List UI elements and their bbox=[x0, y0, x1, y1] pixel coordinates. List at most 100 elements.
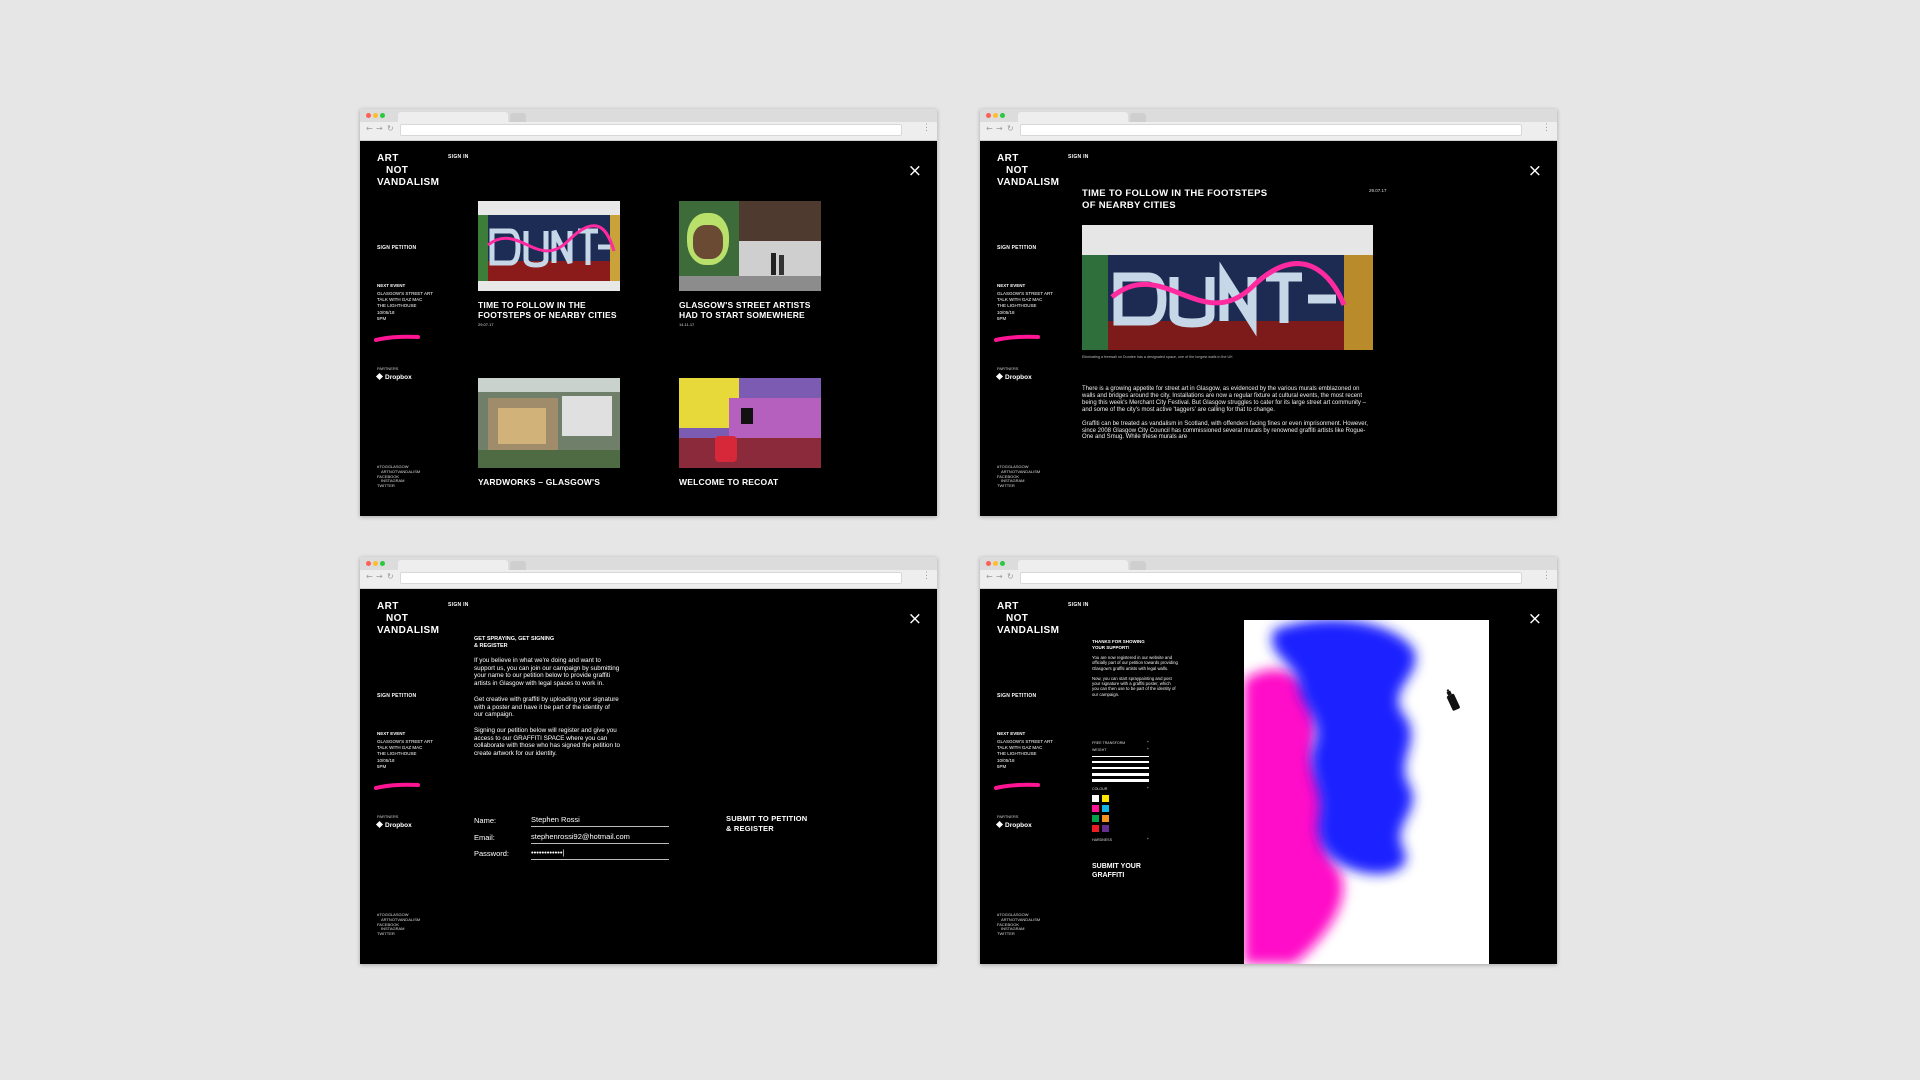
site-logo[interactable]: ART NOT VANDALISM bbox=[377, 601, 439, 637]
expand-icon[interactable]: + bbox=[1147, 747, 1149, 751]
expand-icon[interactable]: + bbox=[1147, 837, 1149, 841]
site-logo[interactable]: ART NOT VANDALISM bbox=[377, 153, 439, 189]
graffiti-canvas[interactable] bbox=[1244, 620, 1489, 964]
sign-in-link[interactable]: SIGN IN bbox=[1068, 602, 1089, 608]
article-card[interactable]: YARDWORKS – GLASGOW'S bbox=[478, 378, 620, 487]
dropbox-logo[interactable]: Dropbox bbox=[375, 820, 412, 829]
submit-graffiti-button[interactable]: SUBMIT YOUR GRAFFITI bbox=[1092, 862, 1141, 880]
maximize-window-button[interactable] bbox=[380, 561, 385, 566]
back-icon[interactable]: ← bbox=[986, 125, 993, 133]
colour-swatch[interactable] bbox=[1102, 815, 1109, 822]
colour-swatch[interactable] bbox=[1092, 825, 1099, 832]
sign-petition-link[interactable]: SIGN PETITION bbox=[377, 245, 416, 251]
submit-petition-button[interactable]: SUBMIT TO PETITION & REGISTER bbox=[726, 814, 807, 833]
browser-menu-icon[interactable]: ⋮ bbox=[1542, 123, 1551, 132]
forward-icon[interactable]: → bbox=[376, 573, 383, 581]
article-card[interactable]: WELCOME TO RECOAT bbox=[679, 378, 821, 487]
email-field[interactable]: stephenrossi92@hotmail.com bbox=[531, 831, 669, 844]
article-title[interactable]: TIME TO FOLLOW IN THE FOOTSTEPS OF NEARB… bbox=[478, 300, 620, 320]
close-icon[interactable]: × bbox=[1528, 611, 1542, 628]
article-title[interactable]: WELCOME TO RECOAT bbox=[679, 477, 821, 487]
new-tab-button[interactable] bbox=[1130, 113, 1146, 122]
colour-control[interactable]: COLOUR + bbox=[1092, 786, 1149, 791]
sign-in-link[interactable]: SIGN IN bbox=[448, 154, 469, 160]
hardness-control[interactable]: HARDNESS + bbox=[1092, 837, 1149, 842]
close-icon[interactable]: × bbox=[908, 611, 922, 628]
weight-option[interactable] bbox=[1092, 756, 1149, 757]
maximize-window-button[interactable] bbox=[380, 113, 385, 118]
back-icon[interactable]: ← bbox=[986, 573, 993, 581]
close-window-button[interactable] bbox=[366, 113, 371, 118]
reload-icon[interactable]: ↻ bbox=[387, 573, 394, 581]
site-logo[interactable]: ART NOT VANDALISM bbox=[997, 601, 1059, 637]
social-link[interactable]: TWITTER bbox=[997, 483, 1040, 489]
social-link[interactable]: TWITTER bbox=[377, 931, 420, 937]
address-bar[interactable] bbox=[400, 572, 902, 584]
site-logo[interactable]: ART NOT VANDALISM bbox=[997, 153, 1059, 189]
browser-tab[interactable] bbox=[1018, 560, 1128, 570]
minimize-window-button[interactable] bbox=[373, 113, 378, 118]
weight-option[interactable] bbox=[1092, 773, 1149, 776]
sign-in-link[interactable]: SIGN IN bbox=[1068, 154, 1089, 160]
address-bar[interactable] bbox=[400, 124, 902, 136]
browser-tab[interactable] bbox=[398, 560, 508, 570]
weight-control[interactable]: WEIGHT + bbox=[1092, 747, 1149, 752]
minimize-window-button[interactable] bbox=[993, 113, 998, 118]
weight-option[interactable] bbox=[1092, 767, 1149, 769]
maximize-window-button[interactable] bbox=[1000, 113, 1005, 118]
close-window-button[interactable] bbox=[986, 561, 991, 566]
colour-swatch[interactable] bbox=[1092, 815, 1099, 822]
free-transform-control[interactable]: FREE TRANSFORM + bbox=[1092, 740, 1149, 745]
reload-icon[interactable]: ↻ bbox=[1007, 573, 1014, 581]
close-icon[interactable]: × bbox=[1528, 163, 1542, 180]
name-field[interactable]: Stephen Rossi bbox=[531, 814, 669, 827]
weight-option[interactable] bbox=[1092, 761, 1149, 763]
sign-petition-link[interactable]: SIGN PETITION bbox=[997, 693, 1036, 699]
article-title[interactable]: YARDWORKS – GLASGOW'S bbox=[478, 477, 620, 487]
social-link[interactable]: TWITTER bbox=[377, 483, 420, 489]
new-tab-button[interactable] bbox=[510, 113, 526, 122]
forward-icon[interactable]: → bbox=[376, 125, 383, 133]
colour-swatch[interactable] bbox=[1092, 805, 1099, 812]
forward-icon[interactable]: → bbox=[996, 573, 1003, 581]
article-card[interactable]: TIME TO FOLLOW IN THE FOOTSTEPS OF NEARB… bbox=[478, 201, 620, 327]
colour-swatch[interactable] bbox=[1102, 795, 1109, 802]
sign-in-link[interactable]: SIGN IN bbox=[448, 602, 469, 608]
back-icon[interactable]: ← bbox=[366, 125, 373, 133]
browser-menu-icon[interactable]: ⋮ bbox=[1542, 571, 1551, 580]
colour-swatch[interactable] bbox=[1102, 805, 1109, 812]
address-bar[interactable] bbox=[1020, 572, 1522, 584]
browser-tab[interactable] bbox=[1018, 112, 1128, 122]
dropbox-logo[interactable]: Dropbox bbox=[375, 372, 412, 381]
sign-petition-link[interactable]: SIGN PETITION bbox=[997, 245, 1036, 251]
reload-icon[interactable]: ↻ bbox=[1007, 125, 1014, 133]
browser-tab[interactable] bbox=[398, 112, 508, 122]
viewport: ART NOT VANDALISM SIGN IN SIGN PETITION … bbox=[980, 141, 1557, 516]
close-icon[interactable]: × bbox=[908, 163, 922, 180]
colour-swatch[interactable] bbox=[1092, 795, 1099, 802]
address-bar[interactable] bbox=[1020, 124, 1522, 136]
colour-swatch[interactable] bbox=[1102, 825, 1109, 832]
expand-icon[interactable]: + bbox=[1147, 740, 1149, 744]
close-window-button[interactable] bbox=[366, 561, 371, 566]
dropbox-logo[interactable]: Dropbox bbox=[995, 820, 1032, 829]
reload-icon[interactable]: ↻ bbox=[387, 125, 394, 133]
social-link[interactable]: TWITTER bbox=[997, 931, 1040, 937]
sign-petition-link[interactable]: SIGN PETITION bbox=[377, 693, 416, 699]
dropbox-logo[interactable]: Dropbox bbox=[995, 372, 1032, 381]
browser-menu-icon[interactable]: ⋮ bbox=[922, 123, 931, 132]
back-icon[interactable]: ← bbox=[366, 573, 373, 581]
weight-option[interactable] bbox=[1092, 779, 1149, 782]
minimize-window-button[interactable] bbox=[993, 561, 998, 566]
new-tab-button[interactable] bbox=[1130, 561, 1146, 570]
browser-menu-icon[interactable]: ⋮ bbox=[922, 571, 931, 580]
article-title[interactable]: GLASGOW'S STREET ARTISTS HAD TO START SO… bbox=[679, 300, 821, 320]
new-tab-button[interactable] bbox=[510, 561, 526, 570]
expand-icon[interactable]: + bbox=[1147, 786, 1149, 790]
article-card[interactable]: GLASGOW'S STREET ARTISTS HAD TO START SO… bbox=[679, 201, 821, 327]
minimize-window-button[interactable] bbox=[373, 561, 378, 566]
maximize-window-button[interactable] bbox=[1000, 561, 1005, 566]
password-field[interactable]: ••••••••••••| bbox=[531, 847, 669, 860]
close-window-button[interactable] bbox=[986, 113, 991, 118]
forward-icon[interactable]: → bbox=[996, 125, 1003, 133]
